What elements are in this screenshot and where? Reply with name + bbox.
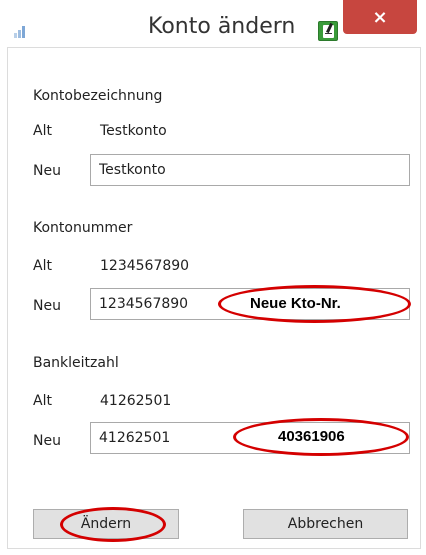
- bank-code-section-label: Bankleitzahl: [33, 355, 119, 371]
- annotation-new-bank-code: 40361906: [278, 428, 345, 445]
- annotation-new-account-number: Neue Kto-Nr.: [250, 295, 341, 312]
- account-number-section-label: Kontonummer: [33, 220, 133, 236]
- title-bar[interactable]: Konto ändern ×: [0, 0, 426, 47]
- account-name-old-value: Testkonto: [100, 123, 167, 139]
- account-name-section-label: Kontobezeichnung: [33, 88, 163, 104]
- account-number-new-label: Neu: [33, 298, 61, 314]
- bank-code-old-label: Alt: [33, 393, 52, 409]
- account-number-old-label: Alt: [33, 258, 52, 274]
- account-name-old-label: Alt: [33, 123, 52, 139]
- cancel-button[interactable]: Abbrechen: [243, 509, 408, 539]
- window-title: Konto ändern: [148, 14, 296, 39]
- edit-document-icon: [318, 21, 338, 41]
- bank-code-old-value: 41262501: [100, 393, 172, 409]
- bank-code-input[interactable]: [90, 422, 410, 454]
- signal-bars-icon: [14, 26, 28, 38]
- account-name-new-label: Neu: [33, 163, 61, 179]
- change-account-dialog: Konto ändern × Kontobezeichnung Alt Test…: [0, 0, 426, 555]
- account-number-old-value: 1234567890: [100, 258, 190, 274]
- close-button[interactable]: ×: [343, 0, 417, 34]
- change-button[interactable]: Ändern: [33, 509, 179, 539]
- bank-code-new-label: Neu: [33, 433, 61, 449]
- account-name-input[interactable]: [90, 154, 410, 186]
